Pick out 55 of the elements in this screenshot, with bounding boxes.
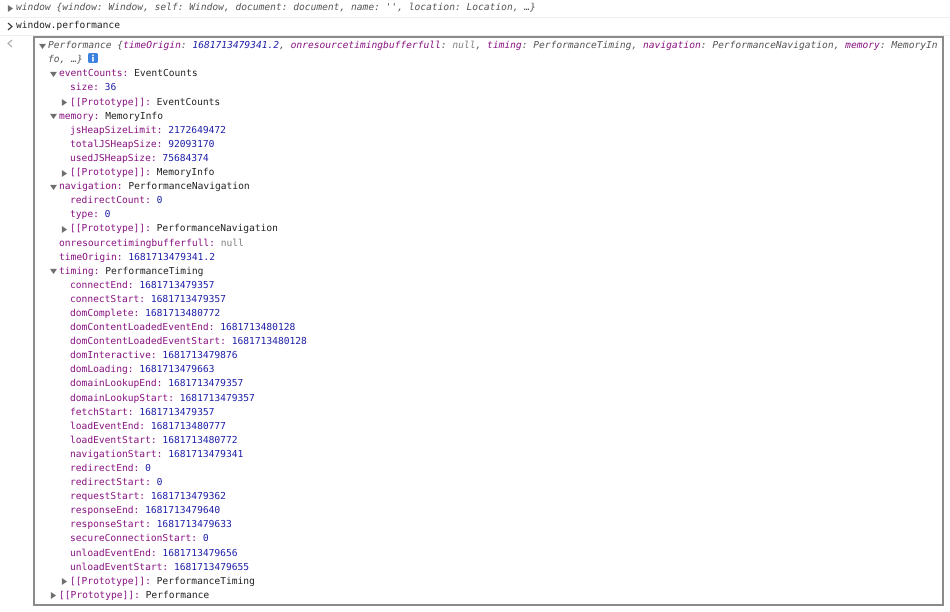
property-line: onresourcetimingbufferfull: null	[59, 236, 244, 250]
collapse-triangle-icon[interactable]	[39, 43, 46, 50]
property-line: connectStart: 1681713479357	[70, 292, 226, 307]
expand-triangle-icon[interactable]	[61, 578, 68, 586]
object-summary: Performance {timeOrigin: 1681713479341.2, onresourcetimingbufferfull: null, timing: PerformanceTiming, navigation: PerformanceNavigation, memory: MemoryInfo, …}	[48, 39, 939, 68]
property-line: loadEventEnd: 1681713480777	[70, 420, 226, 434]
property-line: navigation: PerformanceNavigation	[59, 180, 250, 194]
property-line: eventCounts: EventCounts	[59, 67, 198, 82]
property-line: [[Prototype]]: MemoryInfo	[70, 166, 214, 180]
property-line: navigationStart: 1681713479341	[70, 448, 244, 462]
property-line: secureConnectionStart: 0	[70, 532, 209, 546]
property-line: [[Prototype]]: EventCounts	[70, 96, 220, 110]
property-line: unloadEventEnd: 1681713479656	[70, 546, 238, 561]
property-line: domContentLoadedEventEnd: 1681713480128	[70, 321, 296, 336]
property-line: domContentLoadedEventStart: 1681713480128	[70, 335, 307, 350]
property-line: jsHeapSizeLimit: 2172649472	[70, 124, 226, 138]
property-line: domInteractive: 1681713479876	[70, 349, 238, 364]
prompt-chevron-icon	[7, 22, 13, 31]
collapse-triangle-icon[interactable]	[50, 113, 57, 120]
property-line: memory: MemoryInfo	[59, 110, 163, 124]
property-line: redirectEnd: 0	[70, 462, 151, 476]
property-line: domComplete: 1681713480772	[70, 306, 220, 321]
property-line: domLoading: 1681713479663	[70, 363, 214, 378]
expand-triangle-icon[interactable]	[50, 592, 57, 600]
result-chevron-icon	[7, 39, 13, 48]
property-line: responseStart: 1681713479633	[70, 518, 232, 532]
info-icon[interactable]	[88, 53, 98, 64]
collapse-triangle-icon[interactable]	[50, 184, 57, 191]
property-line: domainLookupStart: 1681713479357	[70, 392, 255, 406]
input-text: window.performance	[16, 19, 120, 34]
property-line: requestStart: 1681713479362	[70, 490, 226, 504]
property-line: connectEnd: 1681713479357	[70, 278, 214, 293]
property-line: unloadEventStart: 1681713479655	[70, 560, 250, 575]
expand-triangle-icon[interactable]	[61, 226, 68, 233]
property-line: domainLookupEnd: 1681713479357	[70, 377, 244, 392]
property-line: redirectStart: 0	[70, 476, 162, 490]
property-line: type: 0	[70, 208, 110, 222]
property-line: [[Prototype]]: Performance	[59, 588, 210, 603]
property-line: [[Prototype]]: PerformanceNavigation	[70, 222, 278, 236]
collapse-triangle-icon[interactable]	[50, 70, 57, 78]
property-line: responseEnd: 1681713479640	[70, 504, 220, 518]
expand-triangle-icon[interactable]	[61, 99, 68, 106]
property-line: usedJSHeapSize: 75684374	[70, 152, 209, 166]
property-line: size: 36	[70, 81, 116, 96]
property-line: timing: PerformanceTiming	[59, 264, 204, 279]
console-entry: window {window: Window, self: Window, document: document, name: '', location: Location, …}	[16, 1, 536, 15]
expand-triangle-icon[interactable]	[61, 170, 68, 177]
collapse-triangle-icon[interactable]	[50, 268, 57, 276]
property-line: totalJSHeapSize: 92093170	[70, 138, 214, 152]
property-line: fetchStart: 1681713479357	[70, 406, 214, 420]
expand-triangle-icon[interactable]	[6, 4, 14, 12]
property-line: loadEventStart: 1681713480772	[70, 434, 238, 448]
property-line: timeOrigin: 1681713479341.2	[59, 250, 215, 265]
property-line: redirectCount: 0	[70, 194, 162, 208]
property-line: [[Prototype]]: PerformanceTiming	[70, 574, 255, 589]
